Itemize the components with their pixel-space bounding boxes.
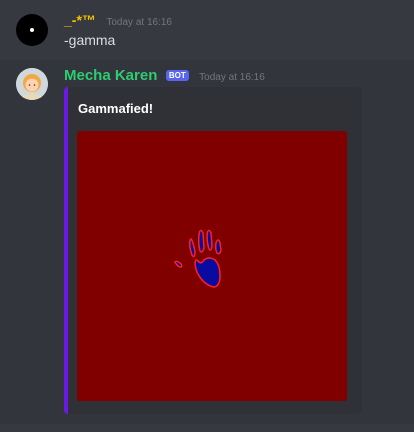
avatar[interactable] bbox=[16, 68, 48, 100]
embed: Gammafied! bbox=[64, 87, 362, 414]
message-content: -gamma bbox=[64, 32, 116, 48]
timestamp: Today at 16:16 bbox=[106, 17, 172, 28]
timestamp: Today at 16:16 bbox=[199, 72, 265, 83]
avatar-girl-icon bbox=[16, 68, 48, 100]
avatar-dot-icon bbox=[30, 28, 34, 32]
username[interactable]: Mecha Karen bbox=[64, 67, 157, 84]
handprint-icon bbox=[174, 229, 222, 288]
message-header: Mecha Karen BOT Today at 16:16 bbox=[64, 67, 265, 85]
message-header: _-*™ Today at 16:16 bbox=[64, 12, 172, 30]
username[interactable]: _-*™ bbox=[64, 12, 96, 28]
bot-badge: BOT bbox=[165, 70, 189, 81]
embed-image[interactable] bbox=[77, 131, 347, 401]
message-user: _-*™ Today at 16:16 -gamma bbox=[0, 0, 414, 60]
embed-accent-bar bbox=[64, 87, 68, 414]
avatar[interactable] bbox=[16, 14, 48, 46]
embed-title: Gammafied! bbox=[78, 101, 154, 116]
message-bot: Mecha Karen BOT Today at 16:16 Gammafied… bbox=[0, 60, 414, 424]
